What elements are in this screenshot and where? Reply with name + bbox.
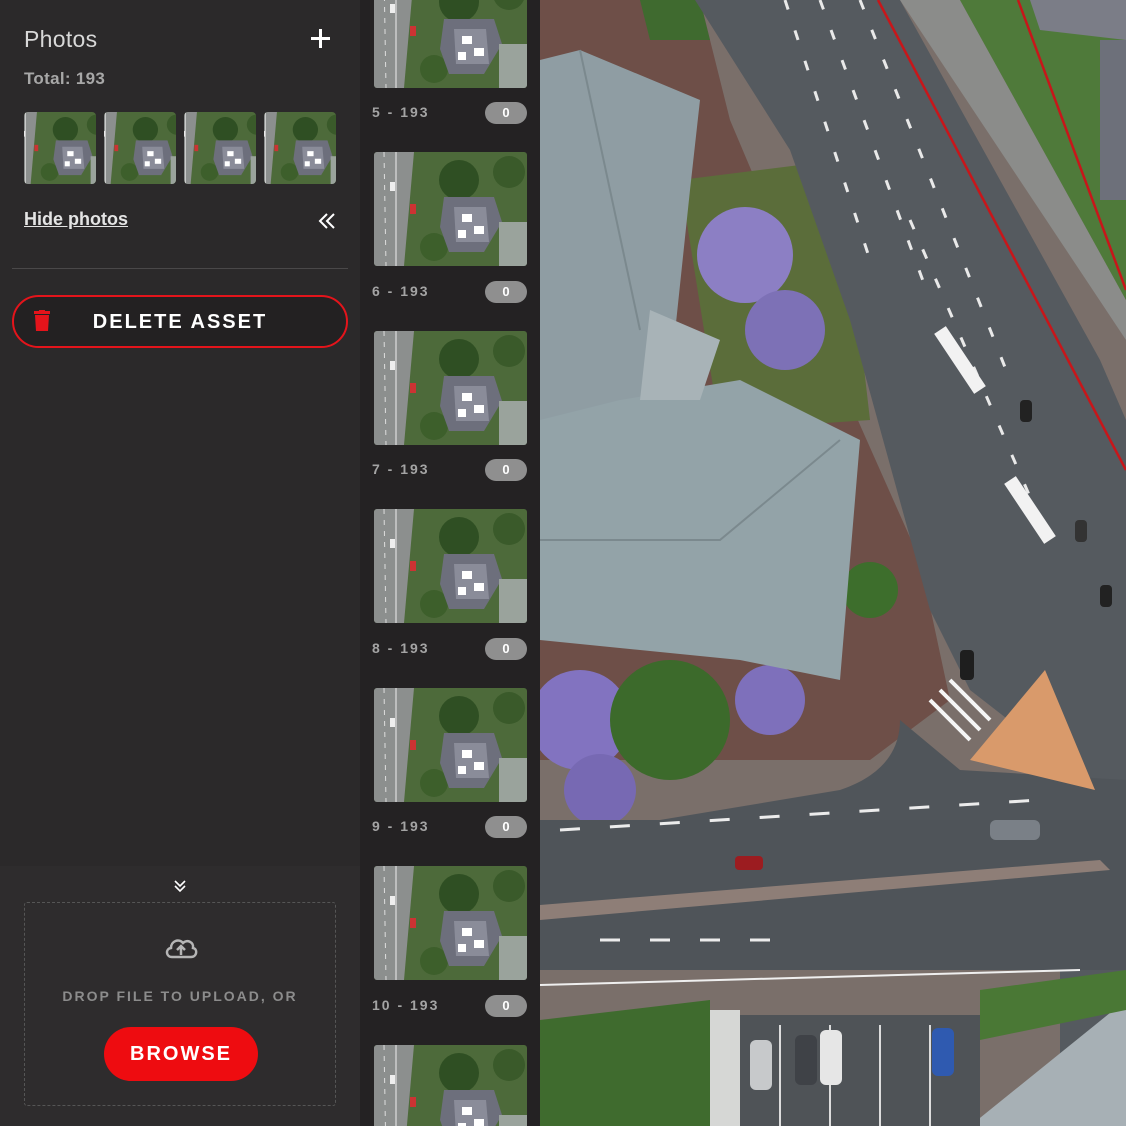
- photo-thumbnail[interactable]: [374, 866, 527, 980]
- delete-asset-label: DELETE ASSET: [92, 311, 268, 333]
- cloud-upload-icon: [163, 933, 199, 961]
- thumbnail-1[interactable]: [24, 112, 96, 184]
- photo-thumbnail[interactable]: [374, 331, 527, 445]
- thumbnail-2[interactable]: [104, 112, 176, 184]
- annotation-count-badge: 0: [485, 995, 527, 1017]
- thumbnail-4[interactable]: [264, 112, 336, 184]
- photo-thumbnail[interactable]: [374, 1045, 527, 1126]
- drop-file-text: DROP FILE TO UPLOAD, OR: [62, 988, 298, 1004]
- annotation-count-badge: 0: [485, 102, 527, 124]
- aerial-map-image: [540, 0, 1126, 1126]
- photo-label: 6 - 193: [372, 283, 430, 299]
- sidebar-header: Photos: [24, 26, 336, 56]
- double-chevron-down-icon[interactable]: [172, 878, 188, 894]
- annotation-count-badge: 0: [485, 459, 527, 481]
- photo-thumbnail[interactable]: [374, 152, 527, 266]
- photo-label: 5 - 193: [372, 104, 430, 120]
- annotation-count-badge: 0: [485, 638, 527, 660]
- photo-label: 9 - 193: [372, 818, 430, 834]
- photos-total: Total: 193: [24, 69, 106, 88]
- file-drop-zone[interactable]: DROP FILE TO UPLOAD, OR BROWSE: [24, 902, 336, 1106]
- upload-panel: DROP FILE TO UPLOAD, OR BROWSE: [0, 866, 360, 1126]
- thumbnail-3[interactable]: [184, 112, 256, 184]
- browse-button[interactable]: BROWSE: [104, 1027, 258, 1081]
- photo-thumbnail[interactable]: [374, 509, 527, 623]
- annotation-count-badge: 0: [485, 816, 527, 838]
- plus-icon[interactable]: [308, 26, 332, 50]
- photo-label: 8 - 193: [372, 640, 430, 656]
- divider: [12, 268, 348, 269]
- photo-label: 10 - 193: [372, 997, 440, 1013]
- hide-photos-link[interactable]: Hide photos: [24, 209, 128, 230]
- photo-label: 7 - 193: [372, 461, 430, 477]
- delete-asset-button[interactable]: DELETE ASSET: [12, 295, 348, 348]
- photo-strip[interactable]: 5 - 193 0 6 - 193 0 7 - 193 0 8 - 193 0 …: [360, 0, 540, 1126]
- photos-sidebar: Photos Total: 193 Hide photos DELETE ASS…: [0, 0, 360, 1126]
- thumbnail-row: [24, 112, 336, 184]
- photo-thumbnail[interactable]: [374, 688, 527, 802]
- orthomosaic-map[interactable]: [540, 0, 1126, 1126]
- double-chevron-left-icon[interactable]: [316, 210, 338, 232]
- annotation-count-badge: 0: [485, 281, 527, 303]
- sidebar-title: Photos: [24, 26, 98, 52]
- photo-thumbnail[interactable]: [374, 0, 527, 88]
